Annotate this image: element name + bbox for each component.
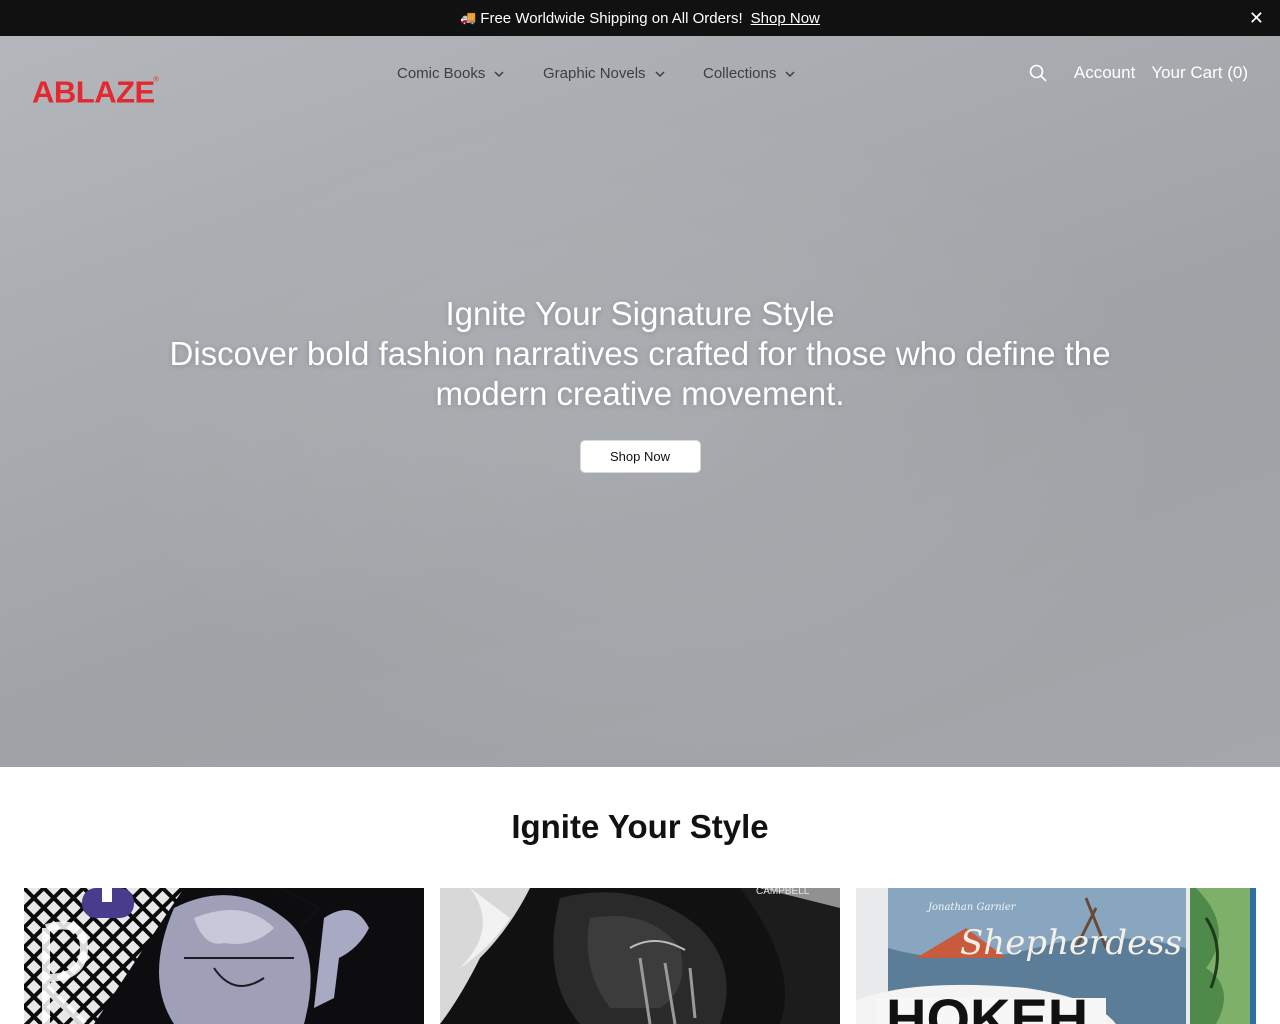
section-title: Ignite Your Style	[511, 808, 769, 845]
noir-comic-cover-image: CAMPBELL	[440, 888, 840, 1024]
registered-mark: ®	[153, 76, 159, 84]
hero-banner: ABLAZE ® Comic Books Graphic Novels Coll…	[0, 36, 1280, 767]
main-nav: Comic Books Graphic Novels Collections	[397, 65, 813, 82]
ablaze-logo[interactable]: ABLAZE ®	[32, 74, 159, 110]
hero-shop-now-button[interactable]: Shop Now	[579, 440, 701, 473]
site-header: ABLAZE ® Comic Books Graphic Novels Coll…	[0, 36, 1280, 116]
nav-label: Comic Books	[397, 65, 486, 82]
hero-title: Ignite Your Signature Style	[445, 295, 835, 332]
cover-author-text: Jonathan Garnier	[926, 902, 1017, 913]
announcement-shop-now-link[interactable]: Shop Now	[751, 10, 820, 27]
graphic-novel-covers-image: Jonathan Garnier Shepherdess HOKEH	[856, 888, 1256, 1024]
announcement-message: Free Worldwide Shipping on All Orders!	[480, 9, 743, 27]
collection-cards: CAMPBELL Jonathan Garnier Shepherdess HO…	[24, 888, 1256, 1024]
cover-title-text: Shepherdess	[960, 923, 1182, 963]
search-icon[interactable]	[1028, 63, 1048, 83]
manga-cover-image	[24, 888, 424, 1024]
cart-link[interactable]: Your Cart (0)	[1151, 63, 1248, 83]
close-icon[interactable]: ✕	[1249, 9, 1264, 27]
svg-text:HOKEH: HOKEH	[886, 987, 1088, 1024]
announcement-bar: 🚚 Free Worldwide Shipping on All Orders!…	[0, 0, 1280, 36]
chevron-down-icon	[494, 70, 504, 77]
hero-content: Ignite Your Signature Style Discover bol…	[0, 294, 1280, 473]
hero-subtitle: Discover bold fashion narratives crafted…	[169, 335, 1111, 412]
truck-icon: 🚚	[460, 10, 477, 25]
nav-label: Graphic Novels	[543, 65, 646, 82]
chevron-down-icon	[785, 70, 795, 77]
collection-card-1[interactable]	[24, 888, 424, 1024]
logo-text: ABLAZE	[32, 74, 155, 110]
nav-label: Collections	[703, 65, 777, 82]
svg-text:CAMPBELL: CAMPBELL	[756, 888, 810, 897]
chevron-down-icon	[655, 70, 665, 77]
nav-graphic-novels[interactable]: Graphic Novels	[543, 65, 703, 82]
nav-comic-books[interactable]: Comic Books	[397, 65, 543, 82]
account-link[interactable]: Account	[1074, 63, 1135, 83]
nav-collections[interactable]: Collections	[703, 65, 813, 82]
collection-card-2[interactable]: CAMPBELL	[440, 888, 840, 1024]
collection-card-3[interactable]: Jonathan Garnier Shepherdess HOKEH	[856, 888, 1256, 1024]
header-tools: Account Your Cart (0)	[1028, 63, 1248, 83]
